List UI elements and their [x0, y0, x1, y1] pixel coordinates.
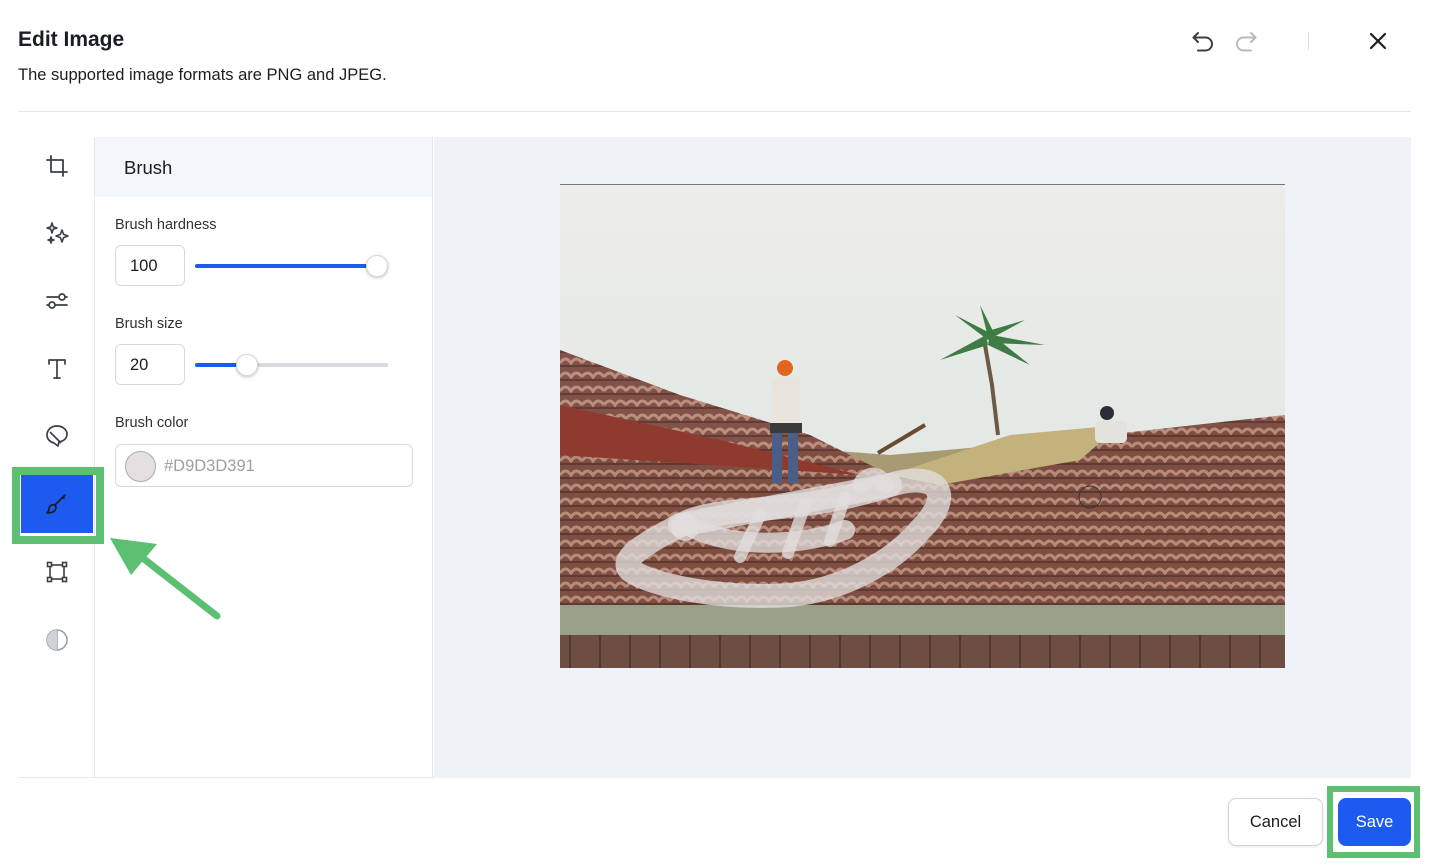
tool-text[interactable]: [40, 352, 74, 386]
tool-adjust[interactable]: [40, 284, 74, 318]
brush-settings-panel: Brush Brush hardness 100 Brush size 20 B…: [95, 137, 433, 778]
tool-resize[interactable]: [40, 555, 74, 589]
dialog-title: Edit Image: [18, 28, 125, 51]
panel-title: Brush: [95, 137, 432, 197]
redo-button[interactable]: [1231, 26, 1261, 56]
undo-icon: [1192, 32, 1213, 52]
editor-body: Brush Brush hardness 100 Brush size 20 B…: [12, 137, 1411, 778]
image-canvas-area: [434, 137, 1411, 778]
brush-hardness-slider[interactable]: [195, 255, 388, 277]
tool-sidebar: [12, 137, 104, 778]
header-divider: [1308, 32, 1309, 50]
text-icon: [48, 359, 66, 379]
brush-color-label: Brush color: [115, 415, 189, 431]
brush-size-slider[interactable]: [195, 354, 388, 376]
cancel-button[interactable]: Cancel: [1228, 798, 1323, 846]
brush-size-label: Brush size: [115, 316, 183, 332]
tool-shapes[interactable]: [40, 419, 74, 453]
sliders-icon: [46, 293, 68, 309]
slider-fill: [195, 264, 377, 268]
save-button[interactable]: Save: [1338, 798, 1411, 846]
slider-thumb[interactable]: [366, 255, 388, 277]
undo-button[interactable]: [1188, 26, 1218, 56]
close-icon: [1369, 32, 1387, 50]
color-swatch[interactable]: [125, 451, 156, 482]
brush-color-value: #D9D3D391: [164, 457, 255, 475]
brush-hardness-label: Brush hardness: [115, 217, 217, 233]
brush-icon: [46, 494, 66, 514]
tool-filters[interactable]: [40, 216, 74, 250]
sparkles-icon: [46, 222, 69, 244]
tool-contrast[interactable]: [40, 623, 74, 657]
brush-hardness-input[interactable]: 100: [115, 245, 185, 286]
brush-size-input[interactable]: 20: [115, 344, 185, 385]
crop-icon: [46, 155, 68, 177]
edited-photo[interactable]: [560, 184, 1285, 668]
roof-workers-image: [560, 185, 1285, 668]
slider-thumb[interactable]: [236, 354, 259, 376]
close-button[interactable]: [1363, 26, 1393, 56]
resize-icon: [46, 561, 68, 583]
redo-icon: [1236, 32, 1257, 52]
shapes-icon: [46, 425, 68, 447]
dialog-subtitle: The supported image formats are PNG and …: [18, 66, 387, 84]
tool-crop[interactable]: [40, 149, 74, 183]
brush-color-input[interactable]: #D9D3D391: [115, 444, 413, 487]
contrast-icon: [46, 629, 68, 651]
dialog-header: Edit Image The supported image formats a…: [18, 0, 1411, 112]
tool-brush[interactable]: [21, 475, 93, 533]
